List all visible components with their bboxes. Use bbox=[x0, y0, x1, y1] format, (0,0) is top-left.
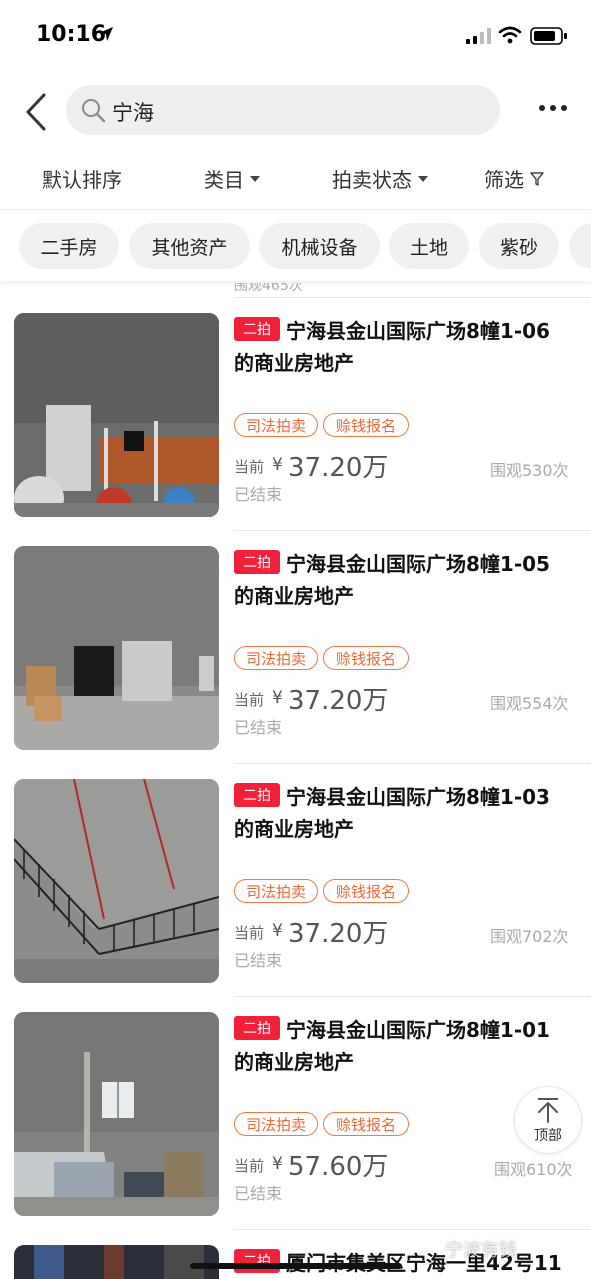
round-tag: 二拍 bbox=[234, 1249, 280, 1273]
watermark-text: 宁波有钱 bbox=[445, 1240, 517, 1261]
currency-symbol: ¥ bbox=[272, 1154, 283, 1174]
wifi-icon bbox=[498, 26, 522, 44]
credit-signup-badge: 赊钱报名 bbox=[323, 879, 409, 903]
back-to-top-label: 顶部 bbox=[534, 1128, 562, 1144]
auction-status: 已结束 bbox=[234, 1184, 283, 1203]
item-title-line2: 的商业房地产 bbox=[234, 351, 354, 375]
item-title-line2: 的商业房地产 bbox=[234, 1050, 354, 1074]
currency-symbol: ¥ bbox=[272, 455, 283, 475]
item-title: 宁海县金山国际广场8幢1-06 bbox=[286, 319, 550, 343]
price-label: 当前 bbox=[234, 458, 265, 476]
auction-list-item[interactable]: 二拍 宁海县金山国际广场8幢1-03 的商业房地产 司法拍卖 赊钱报名 当前 ¥… bbox=[0, 763, 591, 996]
auction-status: 已结束 bbox=[234, 485, 283, 504]
previous-item-views: 围观465次 bbox=[234, 283, 303, 293]
auction-list-item[interactable]: 二拍 宁海县金山国际广场8幢1-06 的商业房地产 司法拍卖 赊钱报名 当前 ¥… bbox=[0, 297, 591, 530]
view-count: 围观530次 bbox=[490, 461, 569, 480]
auction-list-item[interactable]: 二拍 宁海县金山国际广场8幢1-01 的商业房地产 司法拍卖 赊钱报名 当前 ¥… bbox=[0, 996, 591, 1229]
view-count: 围观702次 bbox=[490, 927, 569, 946]
round-tag: 二拍 bbox=[234, 783, 280, 807]
chip-second-hand-house[interactable]: 二手房 bbox=[19, 223, 119, 269]
currency-symbol: ¥ bbox=[272, 921, 283, 941]
auction-list-item[interactable]: 二拍 宁海县金山国际广场8幢1-05 的商业房地产 司法拍卖 赊钱报名 当前 ¥… bbox=[0, 530, 591, 763]
divider bbox=[234, 1229, 591, 1230]
property-photo bbox=[14, 1245, 219, 1279]
filter-funnel-icon bbox=[530, 171, 544, 186]
item-title: 宁海县金山国际广场8幢1-03 bbox=[286, 785, 550, 809]
current-price: 37.20万 bbox=[288, 919, 389, 949]
item-title: 厦门市集美区宁海一里42号11 bbox=[286, 1251, 562, 1275]
item-title: 宁海县金山国际广场8幢1-01 bbox=[286, 1018, 550, 1042]
home-indicator[interactable] bbox=[190, 1263, 402, 1269]
auction-status: 已结束 bbox=[234, 718, 283, 737]
judicial-auction-badge: 司法拍卖 bbox=[234, 646, 318, 670]
chip-machinery[interactable]: 机械设备 bbox=[259, 223, 380, 269]
search-input[interactable]: 宁海 bbox=[66, 85, 500, 135]
back-to-top-button[interactable]: 顶部 bbox=[514, 1086, 582, 1154]
sort-default-button[interactable]: 默认排序 bbox=[42, 164, 122, 193]
price-label: 当前 bbox=[234, 924, 265, 942]
divider bbox=[234, 530, 591, 531]
round-tag: 二拍 bbox=[234, 550, 280, 574]
status-bar: 10:16 bbox=[0, 0, 591, 70]
category-label: 类目 bbox=[204, 168, 244, 192]
divider bbox=[234, 763, 591, 764]
round-tag: 二拍 bbox=[234, 317, 280, 341]
currency-symbol: ¥ bbox=[272, 688, 283, 708]
auction-status-label: 拍卖状态 bbox=[332, 168, 412, 192]
battery-icon bbox=[530, 27, 567, 45]
chip-land[interactable]: 土地 bbox=[389, 223, 469, 269]
credit-signup-badge: 赊钱报名 bbox=[323, 646, 409, 670]
category-chip-row: 二手房 其他资产 机械设备 土地 紫砂 bbox=[0, 211, 591, 281]
location-arrow-icon bbox=[99, 27, 113, 41]
auction-status-dropdown[interactable]: 拍卖状态 bbox=[332, 164, 428, 193]
property-photo bbox=[14, 1012, 219, 1216]
round-tag: 二拍 bbox=[234, 1016, 280, 1040]
chip-other-assets[interactable]: 其他资产 bbox=[129, 223, 250, 269]
filter-button[interactable]: 筛选 bbox=[484, 164, 544, 193]
cellular-signal-icon bbox=[466, 28, 491, 44]
property-photo bbox=[14, 546, 219, 750]
sort-bar: 默认排序 类目 拍卖状态 筛选 bbox=[0, 150, 591, 210]
current-price: 57.60万 bbox=[288, 1152, 389, 1182]
item-title-line2: 的商业房地产 bbox=[234, 817, 354, 841]
divider bbox=[234, 297, 591, 298]
judicial-auction-badge: 司法拍卖 bbox=[234, 879, 318, 903]
view-count: 围观610次 bbox=[494, 1160, 573, 1179]
credit-signup-badge: 赊钱报名 bbox=[323, 413, 409, 437]
divider bbox=[234, 996, 591, 997]
price-label: 当前 bbox=[234, 691, 265, 709]
judicial-auction-badge: 司法拍卖 bbox=[234, 413, 318, 437]
property-photo bbox=[14, 779, 219, 983]
caret-down-icon bbox=[250, 175, 260, 182]
item-title: 宁海县金山国际广场8幢1-05 bbox=[286, 552, 550, 576]
credit-signup-badge: 赊钱报名 bbox=[323, 1112, 409, 1136]
property-photo bbox=[14, 313, 219, 517]
search-icon bbox=[82, 99, 106, 123]
view-count: 围观554次 bbox=[490, 694, 569, 713]
arrow-up-icon bbox=[538, 1098, 558, 1123]
item-title-line2: 的商业房地产 bbox=[234, 584, 354, 608]
search-query-text: 宁海 bbox=[112, 101, 154, 125]
judicial-auction-badge: 司法拍卖 bbox=[234, 1112, 318, 1136]
price-label: 当前 bbox=[234, 1157, 265, 1175]
back-icon[interactable] bbox=[22, 92, 52, 132]
auction-status: 已结束 bbox=[234, 951, 283, 970]
chip-zisha[interactable]: 紫砂 bbox=[479, 223, 559, 269]
chip-more[interactable] bbox=[569, 223, 591, 269]
current-price: 37.20万 bbox=[288, 686, 389, 716]
more-icon[interactable] bbox=[538, 104, 568, 112]
caret-down-icon bbox=[418, 175, 428, 182]
category-dropdown[interactable]: 类目 bbox=[204, 164, 260, 193]
filter-label: 筛选 bbox=[484, 168, 524, 192]
status-time: 10:16 bbox=[36, 22, 107, 47]
sort-default-label: 默认排序 bbox=[42, 168, 122, 192]
current-price: 37.20万 bbox=[288, 453, 389, 483]
